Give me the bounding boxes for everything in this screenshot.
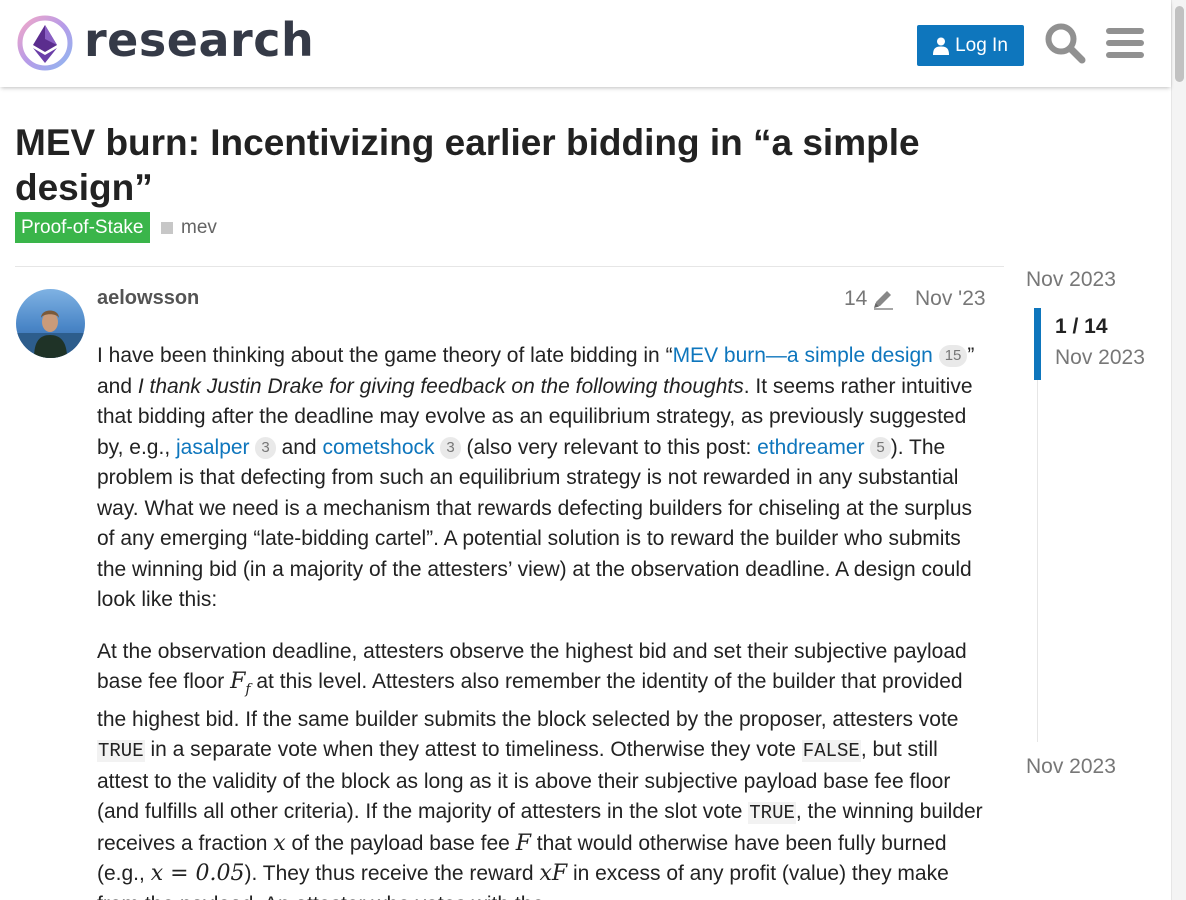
math-expression: xF (539, 861, 568, 887)
post-body: I have been thinking about the game theo… (97, 341, 990, 900)
category-badge[interactable]: Proof-of-Stake (15, 212, 150, 243)
link-ethdreamer[interactable]: ethdreamer (757, 436, 864, 459)
link-click-count: 3 (255, 436, 276, 459)
inline-code: FALSE (801, 740, 861, 763)
topic-title[interactable]: MEV burn: Incentivizing earlier bidding … (15, 120, 985, 210)
user-icon (933, 37, 950, 55)
tag-label: mev (181, 217, 217, 238)
page-scrollbar[interactable] (1171, 0, 1186, 900)
math-expression: Ff (230, 669, 251, 698)
timeline-start-date[interactable]: Nov 2023 (1026, 268, 1116, 292)
post-author[interactable]: aelowsson (97, 287, 199, 310)
timeline-position: 1 / 14 (1055, 315, 1108, 338)
login-label: Log In (955, 34, 1008, 56)
link-cometshock[interactable]: cometshock (322, 436, 434, 459)
pencil-icon (874, 291, 894, 310)
link-click-count: 5 (870, 436, 891, 459)
timeline-handle[interactable] (1034, 308, 1041, 380)
inline-code: TRUE (97, 740, 145, 763)
link-click-count: 15 (938, 345, 968, 368)
topic-divider (15, 266, 1004, 267)
avatar[interactable] (16, 289, 85, 358)
login-button[interactable]: Log In (917, 25, 1024, 66)
post-paragraph: I have been thinking about the game theo… (97, 344, 975, 611)
search-icon[interactable] (1044, 22, 1086, 64)
scrollbar-thumb[interactable] (1175, 6, 1184, 82)
site-brand[interactable]: research (84, 13, 314, 67)
link-mev-burn[interactable]: MEV burn—a simple design (673, 344, 933, 367)
acknowledgement: I thank Justin Drake for giving feedback… (137, 374, 744, 398)
research-logo[interactable] (17, 15, 73, 71)
link-click-count: 3 (440, 436, 461, 459)
hamburger-menu-icon[interactable] (1106, 27, 1144, 59)
edit-count: 14 (844, 287, 868, 310)
math-expression: F (515, 830, 531, 856)
tag-square-icon (161, 222, 173, 234)
site-header: research Log In (0, 0, 1171, 87)
edit-history-indicator[interactable]: 14 (844, 287, 895, 311)
inline-code: TRUE (748, 802, 796, 825)
timeline-end-date[interactable]: Nov 2023 (1026, 755, 1116, 779)
timeline-position-date: Nov 2023 (1055, 346, 1145, 369)
math-expression: x = 0.05 (150, 861, 245, 887)
topic-tag[interactable]: mev (161, 214, 217, 242)
math-expression: x (273, 830, 286, 856)
post-paragraph: At the observation deadline, attesters o… (97, 639, 983, 900)
post-date[interactable]: Nov '23 (915, 287, 986, 311)
link-jasalper[interactable]: jasalper (176, 436, 250, 459)
